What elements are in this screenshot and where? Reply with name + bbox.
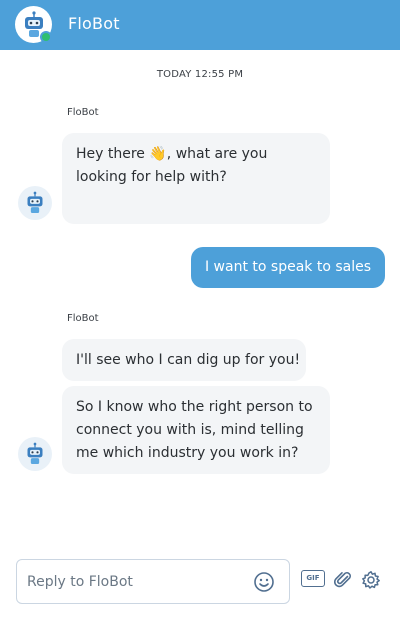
sender-name: FloBot [67,107,99,118]
chat-header: FloBot [0,0,400,50]
gif-button[interactable]: GIF [301,570,325,587]
reply-composer[interactable] [16,559,290,604]
message-text: I'll see who I can dig up for you! [76,352,301,368]
bot-message-bubble: I'll see who I can dig up for you! [62,339,306,381]
paperclip-icon[interactable] [333,570,353,590]
reply-input[interactable] [27,570,247,594]
message-text: I want to speak to sales [204,259,371,275]
bot-avatar [18,437,52,471]
message-text: So I know who the right person to connec… [76,399,313,461]
emoji-icon[interactable] [253,571,275,593]
chat-title: FloBot [68,14,120,33]
bot-message-bubble: So I know who the right person to connec… [62,386,330,474]
sender-name: FloBot [67,313,99,324]
gear-icon[interactable] [361,570,381,590]
message-text: Hey there 👋, what are you looking for he… [76,146,268,185]
robot-icon [27,442,43,464]
bot-avatar [18,186,52,220]
robot-icon [27,191,43,213]
online-status-dot [40,31,52,43]
user-message-bubble: I want to speak to sales [190,247,385,288]
bot-message-bubble: Hey there 👋, what are you looking for he… [62,133,330,224]
message-timestamp: TODAY 12:55 PM [156,69,244,80]
